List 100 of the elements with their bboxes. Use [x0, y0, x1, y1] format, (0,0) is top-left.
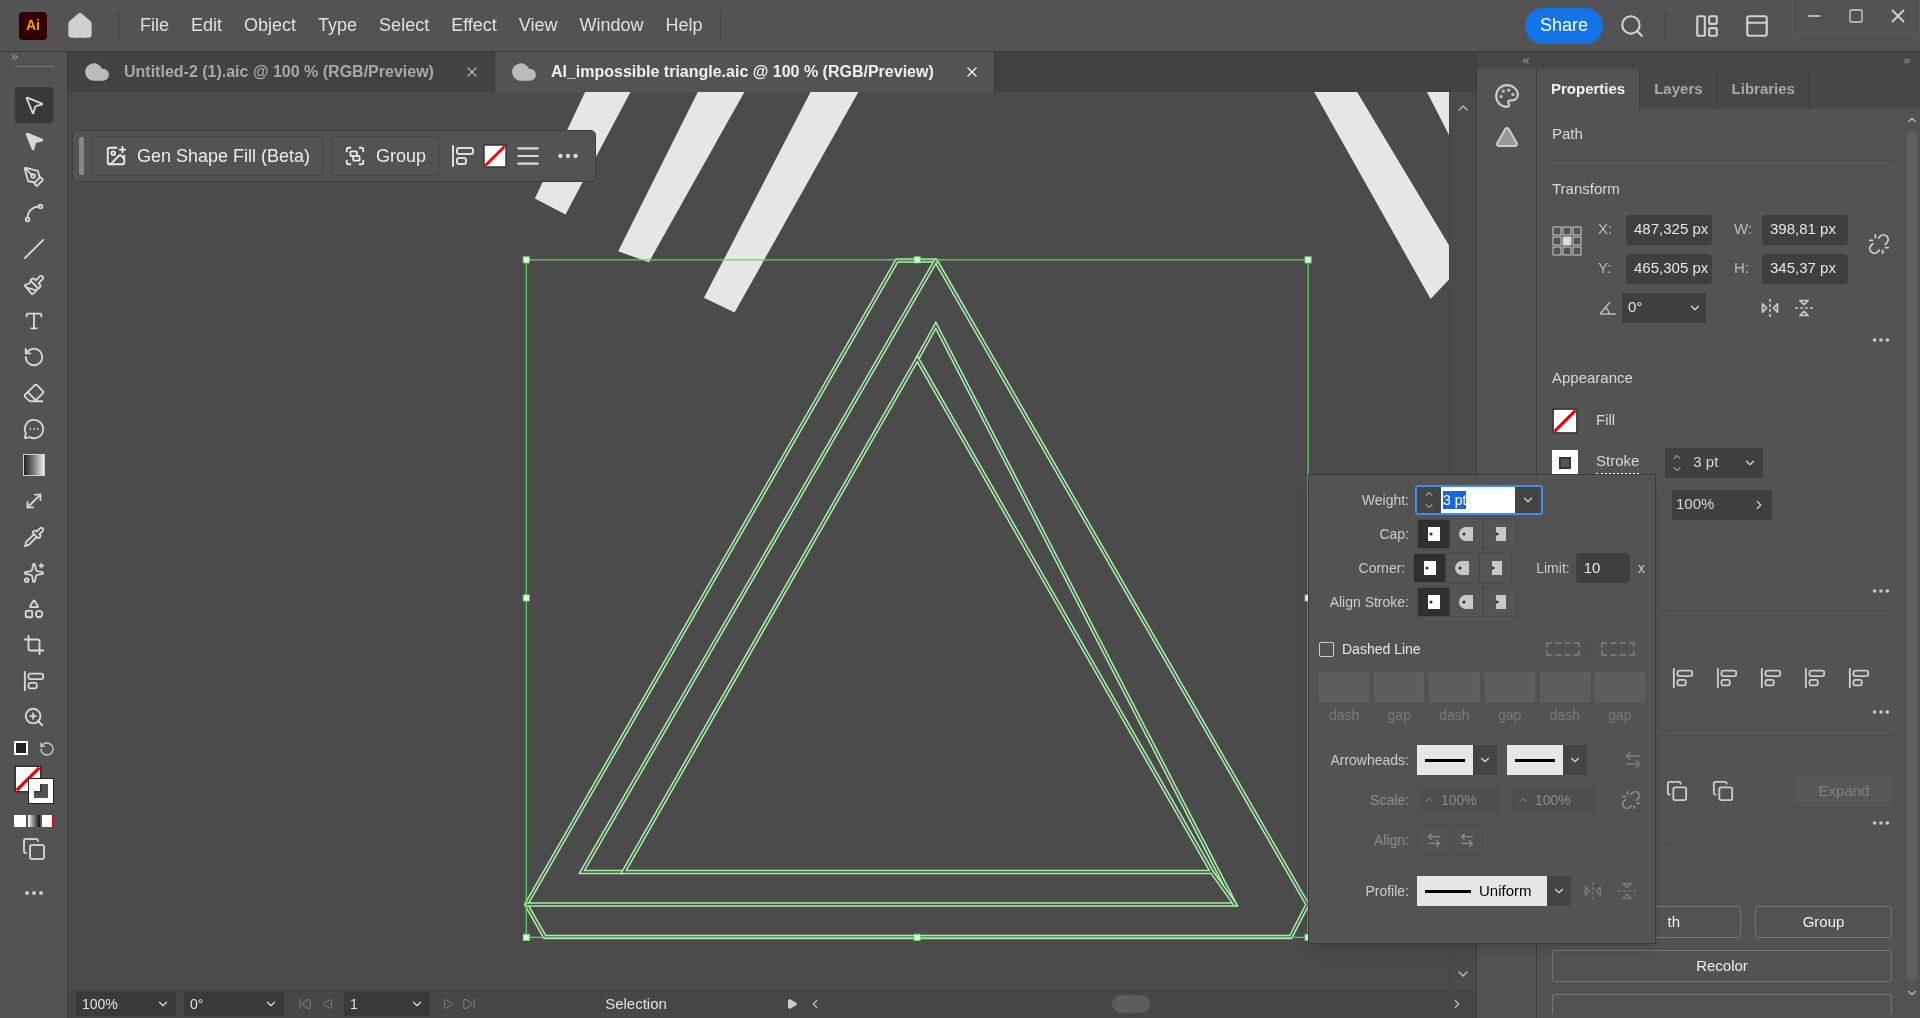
status-menu-icon[interactable]: [786, 998, 798, 1010]
menu-item[interactable]: View: [507, 12, 569, 39]
width-field[interactable]: 398,81 px: [1762, 214, 1848, 245]
stroke-weight-field[interactable]: 3 pt: [1665, 447, 1764, 478]
fill-swatch[interactable]: [483, 144, 508, 168]
selection-handle[interactable]: [1304, 256, 1312, 264]
round-join-option[interactable]: [1446, 553, 1480, 583]
drag-handle[interactable]: [79, 137, 84, 175]
search-icon[interactable]: [1619, 12, 1645, 39]
angle-icon: [1598, 299, 1618, 316]
rotation-dropdown[interactable]: 0°: [184, 992, 284, 1016]
limit-field[interactable]: 10: [1575, 553, 1630, 583]
artboard-dropdown[interactable]: 1: [344, 992, 430, 1016]
stroke-swatch[interactable]: [28, 779, 53, 803]
inside-align-option[interactable]: [1450, 587, 1483, 617]
zoom-dropdown[interactable]: 100%: [76, 992, 176, 1016]
square-cap-option[interactable]: [1483, 519, 1516, 549]
quick-action-button[interactable]: Group: [1755, 906, 1892, 938]
pathfinder-option-icon[interactable]: [1712, 780, 1734, 802]
menu-item[interactable]: Edit: [180, 12, 234, 39]
round-cap-option[interactable]: [1450, 519, 1483, 549]
selection-handle[interactable]: [913, 256, 921, 264]
selection-handle[interactable]: [522, 594, 530, 602]
scale-label: Scale:: [1369, 790, 1409, 810]
limit-unit: x: [1638, 558, 1645, 578]
center-align-option[interactable]: [1417, 587, 1450, 617]
flip-vertical-icon[interactable]: [1794, 297, 1814, 318]
butt-cap-option[interactable]: [1417, 519, 1450, 549]
menu-item[interactable]: Effect: [440, 12, 508, 39]
pathfinder-option-icon[interactable]: [1666, 780, 1688, 802]
align-option-icon[interactable]: [1804, 667, 1826, 689]
menu-item[interactable]: Object: [233, 12, 308, 39]
align-option-icon[interactable]: [1760, 667, 1782, 689]
menu-item[interactable]: Window: [568, 12, 655, 39]
collapse-icon[interactable]: [1521, 55, 1531, 66]
section-title: Appearance: [1552, 368, 1634, 388]
color-mode-icon[interactable]: [13, 815, 54, 827]
fill-swatch[interactable]: [1552, 407, 1578, 434]
selection-handle[interactable]: [522, 256, 530, 264]
weight-label: Weight:: [1360, 490, 1409, 510]
dashed-line-checkbox[interactable]: [1319, 641, 1334, 657]
arrowhead-dropdown[interactable]: [1417, 745, 1497, 775]
align-option-icon[interactable]: [1716, 667, 1738, 689]
outside-align-option[interactable]: [1483, 587, 1516, 617]
panel-tab[interactable]: Libraries: [1717, 69, 1810, 109]
gen-shape-fill-button[interactable]: Gen Shape Fill (Beta): [92, 136, 324, 176]
miter-join-option[interactable]: [1413, 553, 1447, 583]
group-icon: [344, 145, 367, 167]
selection-handle[interactable]: [522, 933, 530, 941]
workspace-icon[interactable]: [1694, 12, 1720, 39]
align-option-icon[interactable]: [1848, 667, 1870, 689]
align-icon[interactable]: [451, 144, 476, 168]
gradient-shape-icon[interactable]: [1494, 125, 1519, 149]
height-field[interactable]: 345,37 px: [1762, 253, 1848, 284]
menu-item[interactable]: Type: [307, 12, 369, 39]
profile-dropdown[interactable]: Uniform: [1417, 876, 1571, 906]
app-logo[interactable]: Ai: [19, 11, 47, 40]
bevel-join-option[interactable]: [1479, 553, 1513, 583]
line-icon: [22, 238, 45, 260]
stroke-swatch[interactable]: [1552, 449, 1578, 476]
weight-field[interactable]: 3 pt: [1415, 485, 1543, 515]
panel-tab[interactable]: Properties: [1537, 69, 1641, 109]
group-button[interactable]: Group: [331, 136, 440, 176]
share-button[interactable]: Share: [1524, 7, 1603, 44]
panel-tab[interactable]: Layers: [1640, 69, 1718, 109]
x-field[interactable]: 487,325 px: [1626, 214, 1712, 245]
menu-item[interactable]: Select: [368, 12, 441, 39]
crop-icon: [22, 634, 45, 656]
align-icon: [22, 670, 45, 692]
swap-icon[interactable]: [38, 741, 55, 757]
align-option-icon[interactable]: [1672, 667, 1694, 689]
opacity-field[interactable]: 100%: [1672, 489, 1772, 520]
current-tool-label: Selection: [605, 993, 667, 1014]
selection-handle[interactable]: [913, 933, 921, 941]
menu-item[interactable]: Help: [654, 12, 714, 39]
arrows-icon: [1425, 832, 1442, 848]
default-colors-icon[interactable]: [13, 741, 28, 755]
palette-icon[interactable]: [1493, 83, 1520, 109]
expand-icon[interactable]: [1902, 55, 1912, 66]
home-icon[interactable]: [66, 11, 94, 40]
menu-item[interactable]: File: [129, 12, 180, 39]
flip-horizontal-icon[interactable]: [1760, 297, 1780, 318]
tool-button[interactable]: [14, 87, 53, 123]
quick-action-button[interactable]: Recolor: [1552, 950, 1892, 982]
arrow-align-option[interactable]: [1450, 825, 1483, 855]
unlink-icon[interactable]: [1868, 232, 1890, 255]
reference-point-icon[interactable]: [1552, 225, 1582, 256]
cap-label: Cap:: [1378, 524, 1409, 544]
arrowhead-dropdown[interactable]: [1507, 745, 1587, 775]
y-field[interactable]: 465,305 px: [1626, 253, 1712, 284]
panel-icon[interactable]: [1744, 12, 1770, 39]
w-label: W:: [1734, 219, 1754, 240]
screen-mode-icon[interactable]: [21, 837, 46, 861]
align-stroke-label: Align Stroke:: [1328, 592, 1409, 612]
line-preview-icon: [1515, 758, 1555, 762]
angle-dropdown[interactable]: 0°: [1622, 292, 1706, 323]
arrow-align-option[interactable]: [1417, 825, 1450, 855]
document-tab[interactable]: AI_impossible triangle.aic @ 100 % (RGB/Preview): [494, 52, 995, 92]
shapes-icon: [22, 598, 45, 620]
stroke-option-icon: [1457, 525, 1476, 543]
